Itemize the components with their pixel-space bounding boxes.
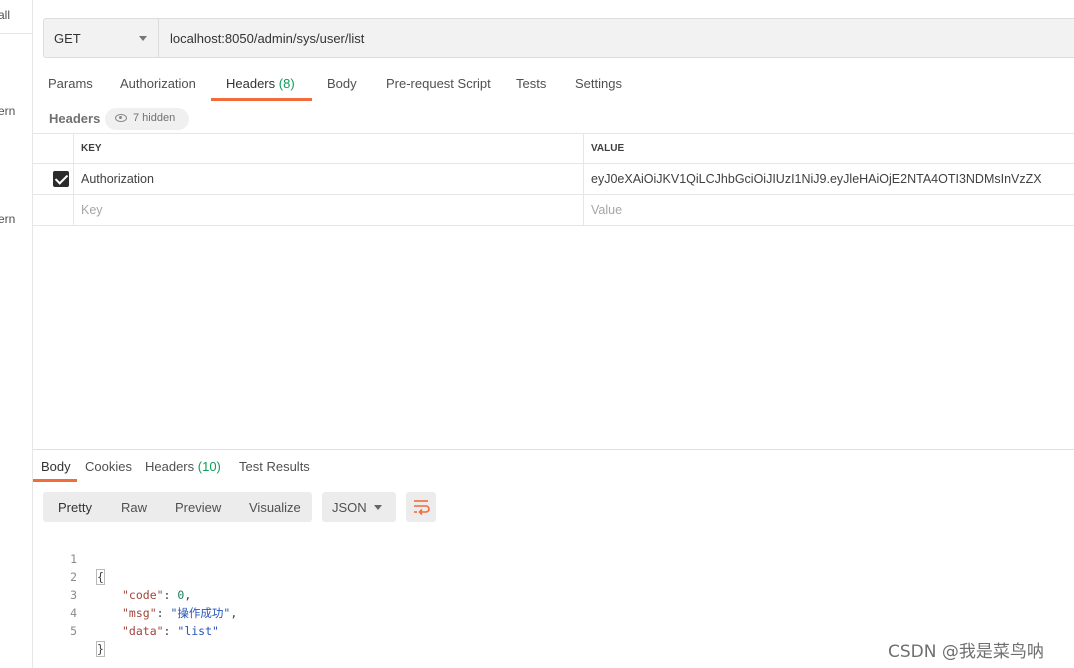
language-select[interactable]: JSON <box>322 492 396 522</box>
collections-sidebar: all ern ern <box>0 0 33 668</box>
json-key: "data" <box>122 624 164 638</box>
request-bar: GET <box>43 18 1074 58</box>
headers-table: KEY VALUE Authorization eyJ0eXAiOiJKV1Qi… <box>33 133 1074 226</box>
method-select[interactable]: GET <box>44 19 159 57</box>
response-tab-test-results[interactable]: Test Results <box>239 459 310 474</box>
code-line: 5 } <box>55 604 655 657</box>
response-tab-headers-label: Headers <box>145 459 195 474</box>
wrap-lines-icon <box>414 500 430 516</box>
hidden-headers-label: 7 hidden <box>133 112 176 124</box>
response-tabs: Body Cookies Headers (10) Test Results <box>33 450 1074 484</box>
tab-headers-count: (8) <box>278 76 295 91</box>
response-tab-cookies[interactable]: Cookies <box>85 459 132 474</box>
raw-button[interactable]: Raw <box>121 500 147 515</box>
chevron-down-icon <box>374 505 382 510</box>
eye-icon <box>115 114 127 122</box>
key-column-header: KEY <box>74 134 584 164</box>
tab-params[interactable]: Params <box>48 76 93 91</box>
header-value-cell[interactable]: eyJ0eXAiOiJKV1QiLCJhbGciOiJIUzI1NiJ9.eyJ… <box>584 164 1074 194</box>
header-key-cell[interactable]: Authorization <box>74 164 584 194</box>
checkbox-column-header <box>33 134 74 164</box>
sidebar-header: all <box>0 0 32 34</box>
tab-tests[interactable]: Tests <box>516 76 546 91</box>
table-row: Authorization eyJ0eXAiOiJKV1QiLCJhbGciOi… <box>33 164 1074 195</box>
wrap-lines-button[interactable] <box>406 492 436 522</box>
sidebar-text[interactable]: ern <box>0 104 15 118</box>
new-key-input[interactable]: Key <box>74 195 584 225</box>
tab-prerequest-script[interactable]: Pre-request Script <box>386 76 491 91</box>
sidebar-text[interactable]: all <box>0 8 10 22</box>
pretty-button[interactable]: Pretty <box>58 500 92 515</box>
code-line: 3 "msg": "操作成功", <box>55 568 655 620</box>
tab-headers[interactable]: Headers (8) <box>226 76 295 91</box>
json-close-brace: } <box>96 641 105 657</box>
method-label: GET <box>54 31 81 46</box>
url-input[interactable] <box>160 19 1074 57</box>
response-tab-body[interactable]: Body <box>41 459 71 474</box>
visualize-button[interactable]: Visualize <box>249 500 301 515</box>
tab-settings[interactable]: Settings <box>575 76 622 91</box>
code-line: 1 { <box>55 532 655 585</box>
tab-authorization[interactable]: Authorization <box>120 76 196 91</box>
table-header-row: KEY VALUE <box>33 133 1074 164</box>
response-body-code: 1 { 2 "code": 0, 3 "msg": "操作成功", 4 "dat… <box>55 532 655 657</box>
row-checkbox-cell <box>33 164 74 194</box>
table-row-new: Key Value <box>33 195 1074 226</box>
format-toggle-group: Pretty Raw Preview Visualize <box>43 492 312 522</box>
json-value: "list" <box>177 624 219 638</box>
chevron-down-icon <box>139 36 147 41</box>
request-tabs: Params Authorization Headers (8) Body Pr… <box>33 72 1074 102</box>
new-value-input[interactable]: Value <box>584 195 1074 225</box>
sidebar-text[interactable]: ern <box>0 212 15 226</box>
tab-body[interactable]: Body <box>327 76 357 91</box>
hidden-headers-toggle[interactable]: 7 hidden <box>105 108 189 130</box>
line-number: 5 <box>70 624 77 638</box>
preview-button[interactable]: Preview <box>175 500 221 515</box>
response-tab-headers-count: (10) <box>197 459 221 474</box>
active-tab-indicator <box>211 98 312 101</box>
header-enabled-checkbox[interactable] <box>53 171 69 187</box>
response-tab-headers[interactable]: Headers (10) <box>145 459 221 474</box>
row-checkbox-cell <box>33 195 74 225</box>
code-line: 2 "code": 0, <box>55 550 655 602</box>
watermark: CSDN @我是菜鸟呐 <box>888 642 1044 662</box>
code-line: 4 "data": "list" <box>55 586 655 638</box>
language-label: JSON <box>332 500 367 515</box>
active-response-tab-indicator <box>33 479 77 482</box>
headers-section-title: Headers <box>49 111 101 126</box>
tab-headers-label: Headers <box>226 76 276 91</box>
value-column-header: VALUE <box>591 143 625 154</box>
